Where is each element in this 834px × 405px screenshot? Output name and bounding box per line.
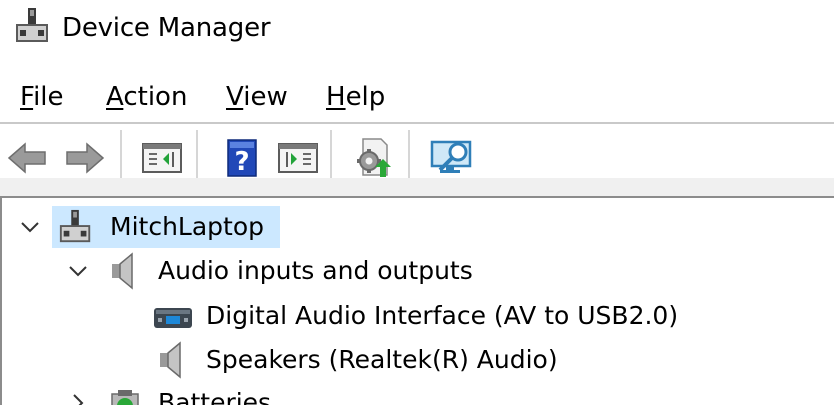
tree-node-category[interactable]: Batteries bbox=[2, 382, 834, 405]
arrow-left-icon bbox=[7, 142, 46, 174]
toolbar-separator bbox=[408, 130, 410, 182]
scan-monitor-icon bbox=[430, 140, 472, 173]
tree-node-category-label: Batteries bbox=[158, 388, 272, 405]
arrow-right-icon bbox=[66, 142, 105, 174]
action-pane-icon bbox=[278, 143, 318, 173]
menu-view-rest: iew bbox=[243, 82, 288, 112]
menu-help[interactable]: Help bbox=[326, 80, 385, 114]
menu-action[interactable]: Action bbox=[106, 80, 187, 114]
menu-help-mnemonic: H bbox=[326, 82, 346, 112]
device-manager-icon bbox=[16, 8, 48, 42]
tree-node-category[interactable]: Audio inputs and outputs bbox=[2, 250, 834, 292]
computer-icon bbox=[59, 209, 91, 243]
console-tree-icon bbox=[142, 143, 182, 173]
tree-node-device-label: Speakers (Realtek(R) Audio) bbox=[206, 345, 558, 374]
speaker-icon bbox=[160, 341, 181, 379]
show-hide-action-pane-button[interactable] bbox=[276, 136, 320, 180]
back-button[interactable] bbox=[6, 136, 50, 180]
help-button[interactable]: ? bbox=[220, 136, 264, 180]
scan-hardware-button[interactable] bbox=[430, 136, 474, 180]
tree-node-category-label: Audio inputs and outputs bbox=[158, 256, 473, 285]
window-title: Device Manager bbox=[62, 13, 271, 43]
menu-action-rest: ction bbox=[123, 82, 188, 112]
tree-node-device-label: Digital Audio Interface (AV to USB2.0) bbox=[206, 301, 679, 330]
tree-node-root-label: MitchLaptop bbox=[110, 212, 264, 241]
tree-node-device[interactable]: Speakers (Realtek(R) Audio) bbox=[2, 339, 834, 381]
toolbar-divider bbox=[0, 178, 834, 198]
speaker-icon bbox=[112, 252, 133, 290]
forward-button[interactable] bbox=[62, 136, 106, 180]
toolbar-separator bbox=[120, 130, 122, 182]
menu-help-rest: elp bbox=[345, 82, 386, 112]
chevron-down-icon[interactable] bbox=[66, 259, 90, 283]
device-manager-window: Device Manager File Action View Help ? M… bbox=[0, 0, 834, 405]
device-tree: MitchLaptop Audio inputs and outputs Dig… bbox=[0, 198, 834, 405]
svg-text:?: ? bbox=[234, 147, 249, 177]
audio-interface-icon bbox=[154, 308, 192, 328]
menu-file-mnemonic: F bbox=[20, 82, 34, 112]
tree-node-root[interactable]: MitchLaptop bbox=[2, 206, 834, 248]
menu-file[interactable]: File bbox=[20, 80, 64, 114]
update-driver-icon bbox=[357, 138, 391, 177]
menu-view-mnemonic: V bbox=[226, 82, 244, 112]
update-driver-button[interactable] bbox=[350, 136, 394, 180]
menu-action-mnemonic: A bbox=[106, 82, 124, 112]
battery-icon bbox=[111, 390, 139, 405]
chevron-right-icon[interactable] bbox=[66, 391, 90, 405]
help-icon: ? bbox=[227, 139, 257, 177]
toolbar-separator bbox=[330, 130, 332, 182]
menu-file-rest: ile bbox=[33, 82, 64, 112]
tree-node-device[interactable]: Digital Audio Interface (AV to USB2.0) bbox=[2, 295, 834, 337]
chevron-down-icon[interactable] bbox=[18, 215, 42, 239]
menu-bar: File Action View Help bbox=[0, 72, 834, 120]
show-hide-console-tree-button[interactable] bbox=[140, 136, 184, 180]
toolbar-separator bbox=[196, 130, 198, 182]
title-bar: Device Manager bbox=[0, 0, 834, 62]
menu-view[interactable]: View bbox=[226, 80, 288, 114]
